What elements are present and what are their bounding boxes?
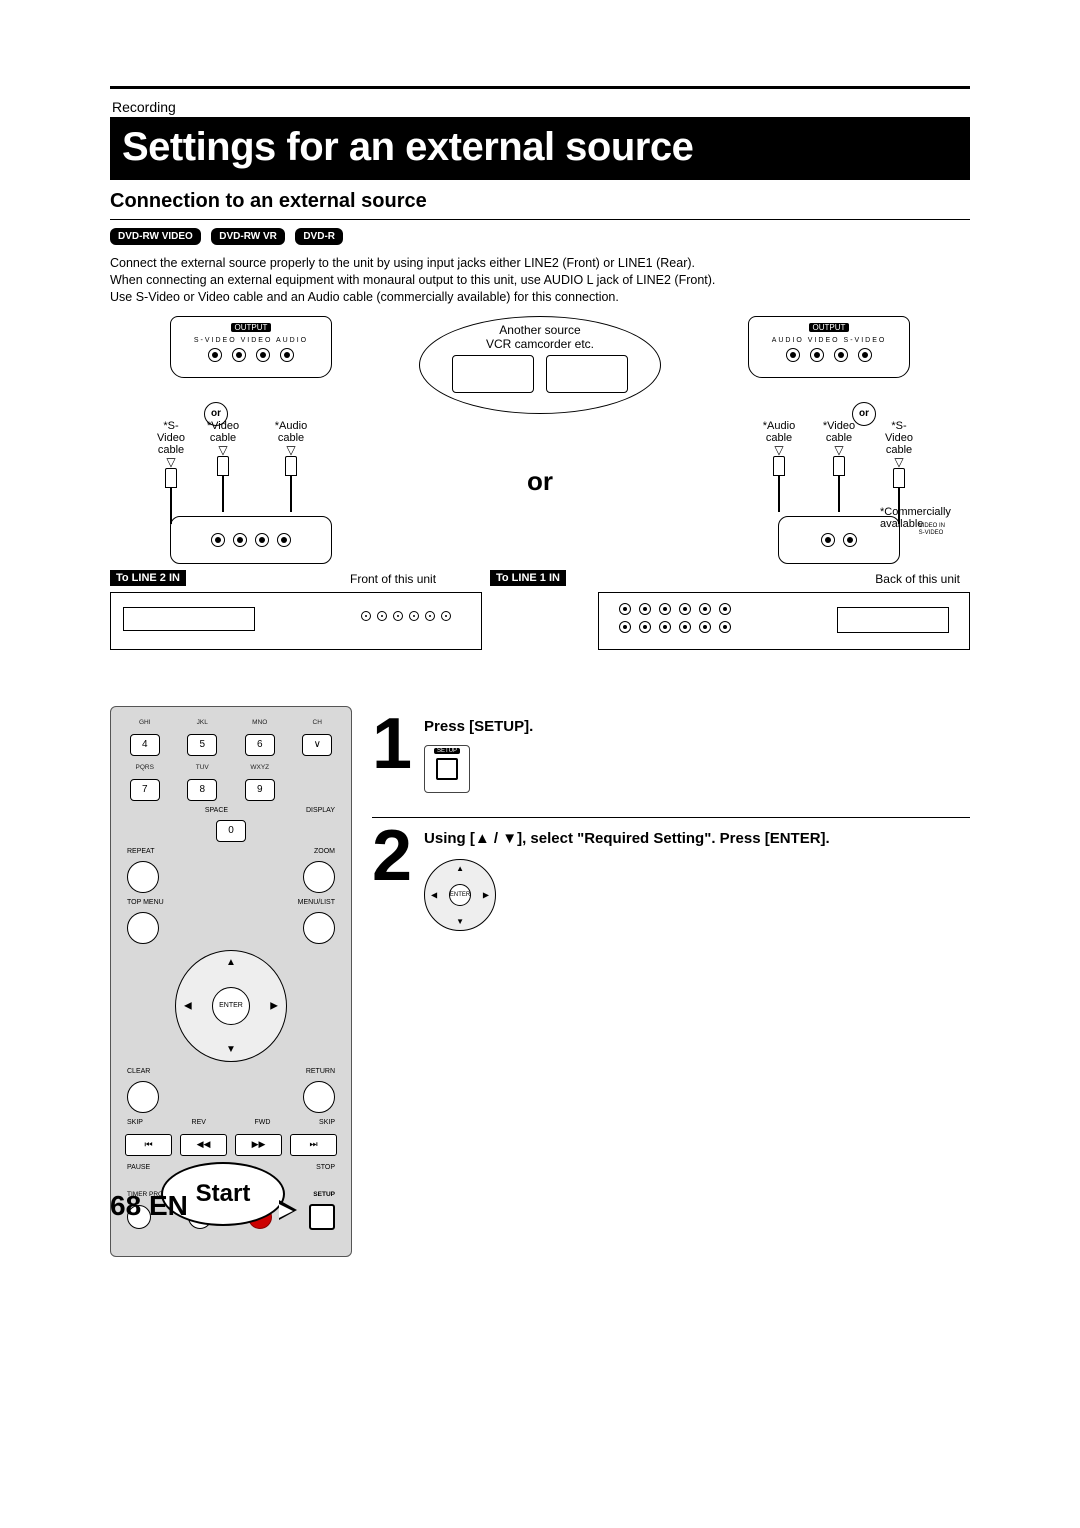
setup-key-icon: SETUP [424, 745, 470, 793]
skip-back-button[interactable]: ⏮ [125, 1134, 172, 1156]
space-label: SPACE [205, 807, 228, 814]
badge-dvdr: DVD-R [295, 228, 343, 245]
enter-button[interactable]: ENTER [212, 987, 250, 1025]
output-sub-right: AUDIO VIDEO S-VIDEO [749, 337, 909, 344]
source-sub: VCR camcorder etc. [420, 337, 660, 351]
front-caption: Front of this unit [350, 572, 436, 586]
audio-cable-left: *Audio cable [270, 420, 312, 444]
skip-fwd-button[interactable]: ⏭ [290, 1134, 337, 1156]
source-title: Another source [420, 323, 660, 337]
skip-fwd-label: SKIP [319, 1119, 335, 1126]
setup-label: SETUP [313, 1191, 335, 1198]
down-arrow-icon: ▽ [878, 456, 920, 468]
remote-control: GHI JKL MNO CH 4 5 6 ∨ PQRS TUV WXYZ 7 8… [110, 706, 352, 1257]
zoom-label: ZOOM [314, 848, 335, 855]
clear-label: CLEAR [127, 1068, 150, 1075]
menulist-label: MENU/LIST [298, 899, 335, 906]
paragraph-1: Connect the external source properly to … [110, 255, 970, 272]
svideo-cable-left: *S-Video cable [150, 420, 192, 456]
fwd-button[interactable]: ▶▶ [235, 1134, 282, 1156]
key-label: PQRS [136, 764, 154, 771]
display-label: DISPLAY [306, 807, 335, 814]
badge-dvdrw-vr: DVD-RW VR [211, 228, 285, 245]
zoom-button[interactable] [303, 861, 335, 893]
rev-label: REV [192, 1119, 206, 1126]
return-button[interactable] [303, 1081, 335, 1113]
key-label: TUV [196, 764, 209, 771]
rev-button[interactable]: ◀◀ [180, 1134, 227, 1156]
section-label: Recording [112, 99, 970, 115]
stop-label: STOP [316, 1164, 335, 1171]
dpad[interactable]: ▲ ▼ ◀ ▶ ENTER [175, 950, 287, 1062]
key-5[interactable]: 5 [187, 734, 217, 756]
menulist-button[interactable] [303, 912, 335, 944]
paragraph-2: When connecting an external equipment wi… [110, 272, 970, 289]
key-8[interactable]: 8 [187, 779, 217, 801]
pause-label: PAUSE [127, 1164, 150, 1171]
repeat-label: REPEAT [127, 848, 155, 855]
step-2-text: Using [▲ / ▼], select "Required Setting"… [424, 824, 830, 847]
vcr-icon [546, 355, 628, 393]
down-arrow-icon: ▽ [758, 444, 800, 456]
return-label: RETURN [306, 1068, 335, 1075]
down-arrow-icon: ▽ [818, 444, 860, 456]
output-sub-left: S-VIDEO VIDEO AUDIO [171, 337, 331, 344]
topmenu-label: TOP MENU [127, 899, 164, 906]
camcorder-icon [452, 355, 534, 393]
line2-label: To LINE 2 IN [110, 570, 186, 586]
svideo-cable-right: *S-Video cable [878, 420, 920, 456]
page-footer: 68 EN [110, 1190, 188, 1222]
page-number: 68 [110, 1190, 141, 1221]
key-6[interactable]: 6 [245, 734, 275, 756]
dpad-icon: ▲ ▼ ◀ ▶ ENTER [424, 859, 496, 931]
page-lang: EN [149, 1190, 188, 1221]
key-label: JKL [197, 719, 208, 726]
step-1-number: 1 [372, 712, 412, 793]
key-4[interactable]: 4 [130, 734, 160, 756]
skip-back-label: SKIP [127, 1119, 143, 1126]
up-icon: ▲ [226, 957, 236, 968]
step-2-number: 2 [372, 824, 412, 931]
format-badges: DVD-RW VIDEO DVD-RW VR DVD-R [110, 226, 970, 245]
big-or: or [527, 466, 553, 497]
video-cable-left: *Video cable [202, 420, 244, 444]
fwd-label: FWD [255, 1119, 271, 1126]
right-icon: ▶ [270, 1000, 278, 1011]
video-cable-right: *Video cable [818, 420, 860, 444]
down-arrow-icon: ▽ [150, 456, 192, 468]
repeat-button[interactable] [127, 861, 159, 893]
key-label: WXYZ [250, 764, 269, 771]
subsection-heading: Connection to an external source [110, 190, 970, 213]
key-7[interactable]: 7 [130, 779, 160, 801]
key-label: CH [313, 719, 322, 726]
key-9[interactable]: 9 [245, 779, 275, 801]
line1-label: To LINE 1 IN [490, 570, 566, 586]
output-label-left: OUTPUT [231, 323, 272, 332]
down-arrow-icon: ▽ [202, 444, 244, 456]
step-1-text: Press [SETUP]. [424, 712, 533, 735]
paragraph-3: Use S-Video or Video cable and an Audio … [110, 289, 970, 306]
steps: 1 Press [SETUP]. SETUP 2 Using [▲ / ▼], … [372, 706, 970, 955]
page-title: Settings for an external source [110, 117, 970, 180]
video-in-label: VIDEO IN [919, 523, 945, 530]
connection-diagram: OUTPUT S-VIDEO VIDEO AUDIO OUTPUT AUDIO … [110, 316, 970, 686]
key-label: MNO [252, 719, 267, 726]
svideo-in-label: S-VIDEO [919, 530, 945, 537]
key-ch-down[interactable]: ∨ [302, 734, 332, 756]
clear-button[interactable] [127, 1081, 159, 1113]
badge-dvdrw-video: DVD-RW VIDEO [110, 228, 201, 245]
down-arrow-icon: ▽ [270, 444, 312, 456]
setup-button[interactable] [309, 1204, 335, 1230]
left-icon: ◀ [184, 1000, 192, 1011]
down-icon: ▼ [226, 1044, 236, 1055]
key-label: GHI [139, 719, 151, 726]
audio-cable-right: *Audio cable [758, 420, 800, 444]
back-caption: Back of this unit [875, 572, 960, 586]
key-0[interactable]: 0 [216, 820, 246, 842]
topmenu-button[interactable] [127, 912, 159, 944]
output-label-right: OUTPUT [809, 323, 850, 332]
source-bubble: Another source VCR camcorder etc. [419, 316, 661, 414]
